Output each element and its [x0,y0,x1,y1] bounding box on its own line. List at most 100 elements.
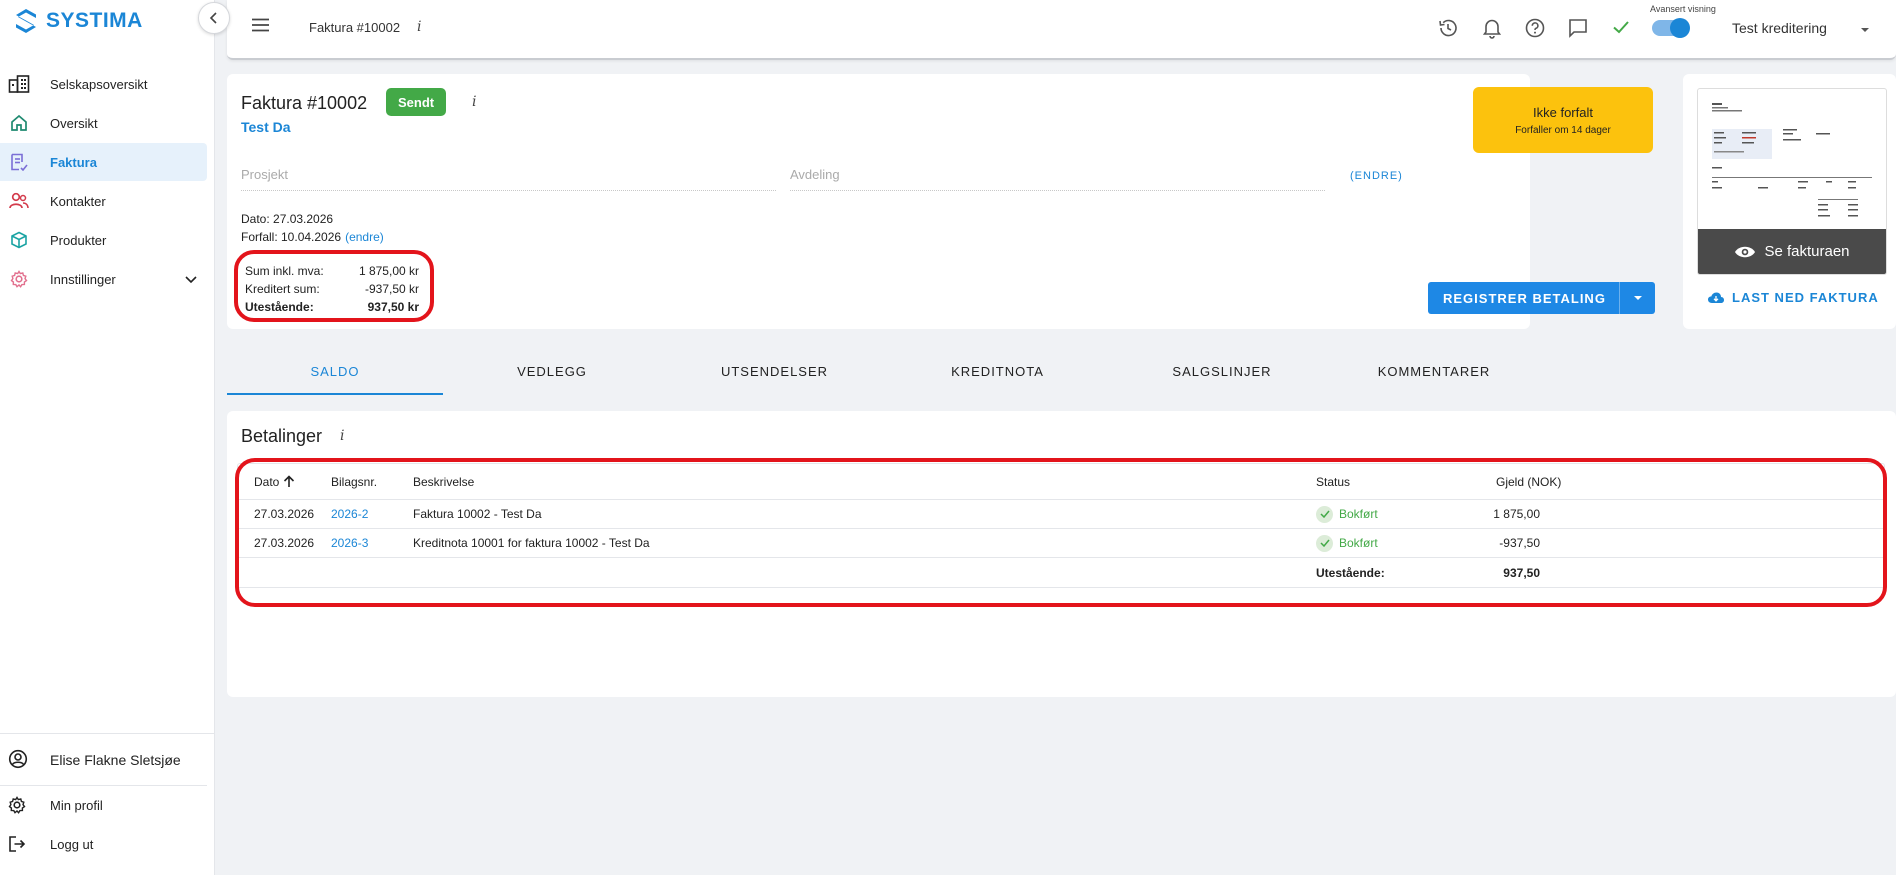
cloud-download-icon [1708,292,1724,303]
advanced-view-toggle[interactable] [1652,18,1690,38]
logout-link[interactable]: Logg ut [0,825,215,864]
sum-row: Sum inkl. mva: 1 875,00 kr [245,264,419,278]
sidebar-bottom: Elise Flakne Sletsjøe Min profil Logg ut [0,733,215,864]
sidebar-item-label: Oversikt [50,115,98,131]
history-icon[interactable] [1437,17,1459,42]
company-selector[interactable]: Test kreditering [1732,20,1827,36]
tab-kommentarer[interactable]: KOMMENTARER [1339,355,1529,395]
download-invoice-link[interactable]: LAST NED FAKTURA [1708,290,1879,305]
edit-due-date-link[interactable]: (endre) [345,230,384,244]
tab-utsendelser[interactable]: UTSENDELSER [667,355,882,395]
my-profile-label: Min profil [50,798,103,813]
row-status: Bokført [1316,529,1378,557]
tab-kreditnota[interactable]: KREDITNOTA [890,355,1105,395]
register-payment-dropdown[interactable] [1619,282,1655,314]
table-row: 27.03.2026 2026-3 Kreditnota 10001 for f… [238,529,1884,558]
row-amount: 1 875,00 [1493,507,1540,521]
column-header-status[interactable]: Status [1316,464,1350,499]
sidebar-item-faktura[interactable]: Faktura [0,143,207,181]
column-header-voucher[interactable]: Bilagsnr. [331,464,377,499]
payments-table: Dato Bilagsnr. Beskrivelse Status Gjeld … [237,463,1885,588]
sidebar-item-innstillinger[interactable]: Innstillinger [0,260,207,298]
caret-down-icon[interactable] [1859,22,1871,37]
payments-info-icon[interactable]: i [340,428,344,444]
logout-icon [8,835,26,856]
invoice-thumbnail-image [1712,103,1872,217]
help-icon[interactable] [1524,17,1546,42]
tab-saldo[interactable]: SALDO [227,355,443,395]
user-circle-icon [8,749,28,772]
register-payment-button[interactable]: REGISTRER BETALING [1428,282,1655,314]
department-placeholder: Avdeling [790,167,840,182]
footer-outstanding-label: Utestående: [1316,565,1385,580]
settings-gear-icon [8,796,26,817]
due-status-box: Ikke forfalt Forfaller om 14 dager [1473,87,1653,153]
invoice-thumbnail[interactable]: Se fakturaen [1697,88,1887,275]
sum-highlight: Sum inkl. mva: 1 875,00 kr Kreditert sum… [234,250,434,322]
sidebar-item-selskapsoversikt[interactable]: Selskapsoversikt [0,65,207,103]
checkmark-icon[interactable] [1611,17,1631,40]
status-badge: Sendt [386,88,447,116]
invoice-tabs: SALDO VEDLEGG UTSENDELSER KREDITNOTA SAL… [227,355,1567,395]
home-icon [8,113,30,133]
sidebar-collapse-button[interactable] [198,2,230,34]
footer-outstanding-value: 937,50 [1503,565,1540,580]
credited-value: -937,50 kr [364,282,419,296]
voucher-link[interactable]: 2026-3 [331,529,368,557]
my-profile-link[interactable]: Min profil [0,786,215,825]
gear-icon [8,269,30,289]
invoice-header-card: Faktura #10002 Sendt i Test Da Prosjekt … [227,74,1655,329]
row-status: Bokført [1316,500,1378,528]
eye-icon [1735,246,1756,257]
invoice-dates: Dato: 27.03.2026 Forfall: 10.04.2026 (end… [241,210,384,246]
credited-row: Kreditert sum: -937,50 kr [245,282,419,296]
view-invoice-button[interactable]: Se fakturaen [1698,229,1886,274]
column-header-date: Dato [254,474,280,489]
user-row[interactable]: Elise Flakne Sletsjøe [0,734,207,786]
credited-label: Kreditert sum: [245,282,320,296]
sidebar-nav: Selskapsoversikt Oversikt Faktura Kontak… [0,64,215,299]
arrow-up-icon [284,475,295,487]
voucher-link[interactable]: 2026-2 [331,500,368,528]
chevron-down-icon [185,272,197,287]
top-bar: Faktura #10002 i Avansert visning Test k… [227,0,1896,60]
invoice-date: Dato: 27.03.2026 [241,212,334,226]
contacts-icon [8,191,30,211]
invoice-info-icon[interactable]: i [472,94,476,110]
column-header-debt[interactable]: Gjeld (NOK) [1496,464,1561,499]
column-header-description[interactable]: Beskrivelse [413,464,474,499]
invoice-icon [8,152,30,172]
due-date: Forfall: 10.04.2026 [241,230,342,244]
table-row: 27.03.2026 2026-2 Faktura 10002 - Test D… [238,500,1884,529]
sidebar-item-kontakter[interactable]: Kontakter [0,182,207,220]
sidebar-item-oversikt[interactable]: Oversikt [0,104,207,142]
due-status-sub: Forfaller om 14 dager [1515,124,1611,136]
info-icon[interactable]: i [417,19,421,35]
due-status: Ikke forfalt [1533,104,1593,120]
outstanding-value: 937,50 kr [367,300,419,314]
project-field[interactable]: Prosjekt [241,165,776,191]
row-date: 27.03.2026 [254,536,315,550]
row-description: Kreditnota 10001 for faktura 10002 - Tes… [413,536,650,550]
logout-label: Logg ut [50,837,94,852]
tab-salgslinjer[interactable]: SALGSLINJER [1112,355,1332,395]
row-amount: -937,50 [1499,536,1540,550]
logo[interactable]: SYSTIMA [14,8,143,34]
bell-icon[interactable] [1482,17,1502,42]
box-icon [8,230,30,250]
table-footer: Utestående: 937,50 [238,558,1884,587]
advanced-view-label: Avansert visning [1650,4,1716,14]
sum-label: Sum inkl. mva: [245,264,324,278]
sort-date-header[interactable]: Dato [254,464,295,499]
outstanding-row: Utestående: 937,50 kr [245,300,419,314]
hamburger-menu-icon[interactable] [251,18,270,35]
table-header: Dato Bilagsnr. Beskrivelse Status Gjeld … [238,464,1884,500]
edit-project-link[interactable]: (ENDRE) [1350,170,1403,182]
chat-icon[interactable] [1567,17,1589,42]
sidebar-item-produkter[interactable]: Produkter [0,221,207,259]
row-date: 27.03.2026 [254,507,315,521]
tab-vedlegg[interactable]: VEDLEGG [452,355,652,395]
customer-link[interactable]: Test Da [241,119,291,135]
outstanding-label: Utestående: [245,300,314,314]
department-field[interactable]: Avdeling [790,165,1325,191]
